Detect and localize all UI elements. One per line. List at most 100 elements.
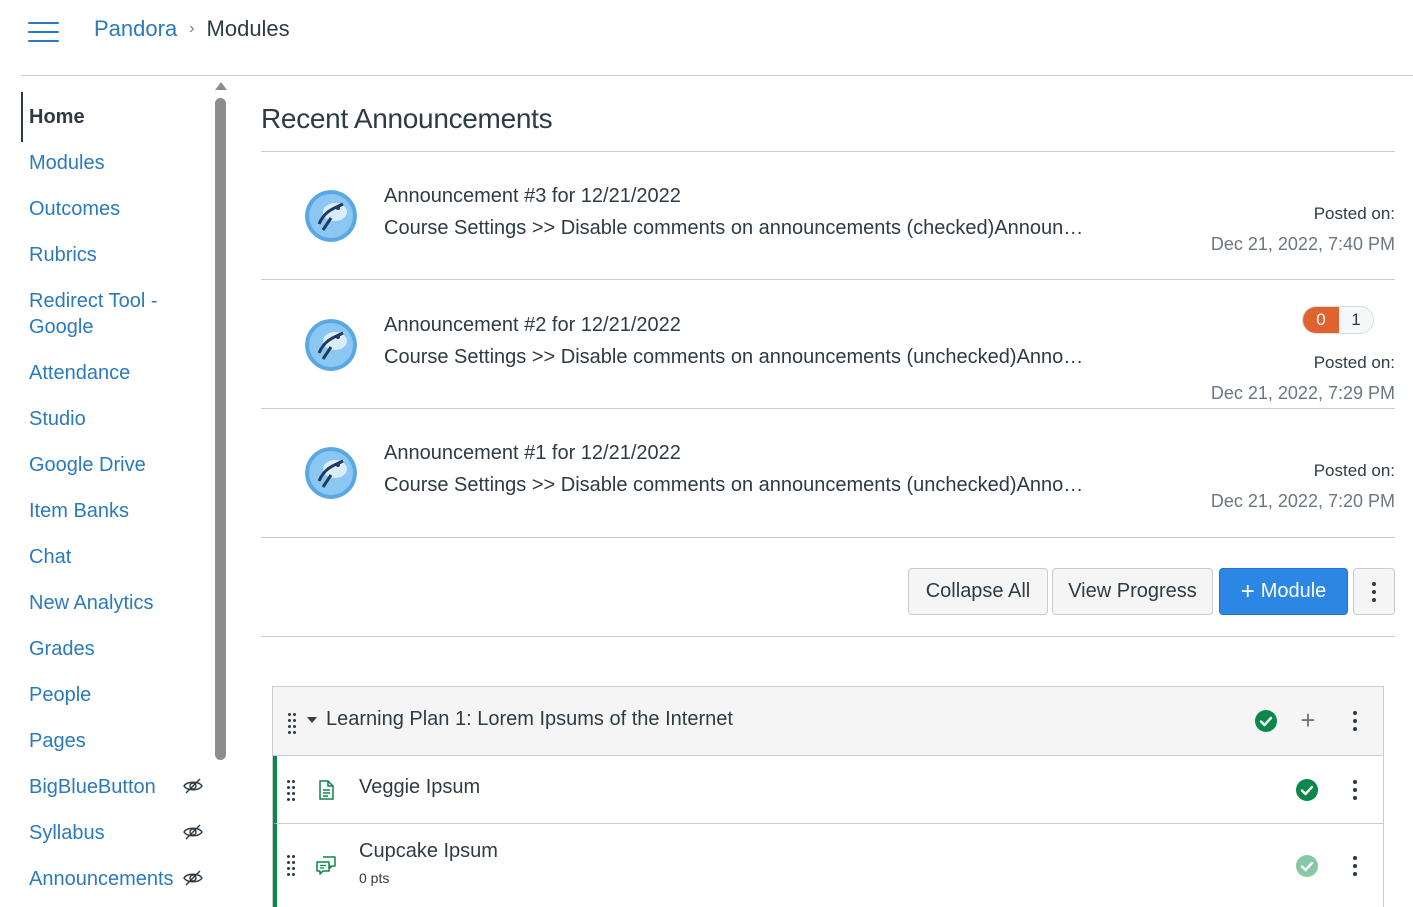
page-icon xyxy=(315,779,337,801)
announcement-item[interactable]: Announcement #3 for 12/21/2022 Course Set… xyxy=(261,152,1395,280)
avatar xyxy=(305,319,357,371)
recent-announcements-heading: Recent Announcements xyxy=(261,103,553,134)
divider xyxy=(261,279,1395,280)
scrollbar-thumb[interactable] xyxy=(215,98,226,760)
view-progress-button[interactable]: View Progress xyxy=(1052,568,1213,615)
divider xyxy=(261,636,1395,637)
sidebar-item-label: Google Drive xyxy=(29,454,146,476)
breadcrumb: Pandora › Modules xyxy=(94,16,290,42)
sidebar-item-item-banks[interactable]: Item Banks xyxy=(21,498,216,524)
header-divider xyxy=(21,75,1413,76)
sidebar-item-home[interactable]: Home xyxy=(21,92,216,142)
total-replies-count: 1 xyxy=(1339,307,1373,333)
announcement-item[interactable]: Announcement #1 for 12/21/2022 Course Set… xyxy=(261,409,1395,538)
collapse-all-button[interactable]: Collapse All xyxy=(908,568,1048,615)
unread-replies-count: 0 xyxy=(1303,307,1339,333)
hidden-eye-icon xyxy=(182,867,204,889)
sidebar-item-rubrics[interactable]: Rubrics xyxy=(21,242,216,268)
module-title: Learning Plan 1: Lorem Ipsums of the Int… xyxy=(326,708,733,730)
item-kebab-icon[interactable] xyxy=(1352,856,1358,876)
unread-count-badge: 01 xyxy=(1302,306,1374,334)
announcement-excerpt: Course Settings >> Disable comments on a… xyxy=(384,474,1084,496)
sidebar-item-label: Syllabus xyxy=(29,822,105,844)
sidebar-item-syllabus[interactable]: Syllabus xyxy=(21,820,216,846)
posted-on-label: Posted on: xyxy=(1313,353,1395,372)
item-kebab-icon[interactable] xyxy=(1352,780,1358,800)
published-check-icon[interactable] xyxy=(1255,710,1277,732)
sidebar-item-label: Item Banks xyxy=(29,500,130,522)
sidebar-item-label: Home xyxy=(29,106,85,128)
sidebar-item-label: Redirect Tool - Google xyxy=(29,290,158,338)
module-header[interactable]: Learning Plan 1: Lorem Ipsums of the Int… xyxy=(273,687,1383,756)
add-module-label: Module xyxy=(1260,580,1327,602)
breadcrumb-separator-icon: › xyxy=(189,20,195,37)
announcement-title[interactable]: Announcement #1 for 12/21/2022 xyxy=(384,442,681,465)
kebab-icon xyxy=(1371,581,1377,602)
module-kebab-icon[interactable] xyxy=(1352,711,1358,731)
more-options-button[interactable] xyxy=(1353,568,1395,615)
sidebar-item-label: Grades xyxy=(29,638,95,660)
sidebar-item-label: Attendance xyxy=(29,362,131,384)
drag-handle-icon[interactable] xyxy=(287,780,295,801)
sidebar-item-chat[interactable]: Chat xyxy=(21,544,216,570)
sidebar-item-label: New Analytics xyxy=(29,592,154,614)
avatar xyxy=(305,447,357,499)
hidden-eye-icon xyxy=(182,775,204,797)
posted-date: Dec 21, 2022, 7:20 PM xyxy=(1210,491,1395,511)
sidebar-item-label: Modules xyxy=(29,152,105,174)
plus-icon: + xyxy=(1240,577,1255,605)
sidebar-item-label: Studio xyxy=(29,408,86,430)
sidebar-item-announcements[interactable]: Announcements xyxy=(21,866,216,892)
collapse-caret-icon[interactable] xyxy=(307,717,317,723)
sidebar-item-attendance[interactable]: Attendance xyxy=(21,360,216,386)
breadcrumb-course-link[interactable]: Pandora xyxy=(94,16,177,42)
discussion-icon xyxy=(315,854,337,876)
announcement-excerpt: Course Settings >> Disable comments on a… xyxy=(384,346,1084,368)
add-module-button[interactable]: + Module xyxy=(1219,568,1348,615)
published-check-icon[interactable] xyxy=(1296,779,1318,801)
sidebar-item-label: People xyxy=(29,684,92,706)
announcement-title[interactable]: Announcement #3 for 12/21/2022 xyxy=(384,185,681,208)
announcement-title[interactable]: Announcement #2 for 12/21/2022 xyxy=(384,314,681,337)
sidebar-item-label: Chat xyxy=(29,546,72,568)
sidebar-item-grades[interactable]: Grades xyxy=(21,636,216,662)
drag-handle-icon[interactable] xyxy=(288,713,296,734)
module-item-title[interactable]: Veggie Ipsum xyxy=(359,776,480,799)
announcement-excerpt: Course Settings >> Disable comments on a… xyxy=(384,217,1084,239)
sidebar-item-label: Rubrics xyxy=(29,244,97,266)
sidebar-item-label: Pages xyxy=(29,730,86,752)
module-item-title[interactable]: Cupcake Ipsum xyxy=(359,840,498,863)
sidebar-item-people[interactable]: People xyxy=(21,682,216,708)
avatar xyxy=(305,190,357,242)
posted-date: Dec 21, 2022, 7:29 PM xyxy=(1210,383,1395,403)
scroll-up-arrow-icon[interactable] xyxy=(215,82,227,90)
sidebar-item-studio[interactable]: Studio xyxy=(21,406,216,432)
sidebar-item-outcomes[interactable]: Outcomes xyxy=(21,196,216,222)
sidebar-item-google-drive[interactable]: Google Drive xyxy=(21,452,216,478)
add-item-plus-icon[interactable]: + xyxy=(1297,707,1319,733)
sidebar-item-new-analytics[interactable]: New Analytics xyxy=(21,590,216,616)
published-check-icon[interactable] xyxy=(1296,855,1318,877)
sidebar-item-label: Outcomes xyxy=(29,198,121,220)
sidebar-item-redirect-tool-google[interactable]: Redirect Tool - Google xyxy=(21,288,216,340)
drag-handle-icon[interactable] xyxy=(287,855,295,876)
hamburger-menu-icon[interactable] xyxy=(28,20,60,44)
breadcrumb-current: Modules xyxy=(206,16,290,41)
sidebar-item-bigbluebutton[interactable]: BigBlueButton xyxy=(21,774,216,800)
divider xyxy=(261,537,1395,538)
hidden-eye-icon xyxy=(182,821,204,843)
sidebar-item-label: BigBlueButton xyxy=(29,776,156,798)
posted-on-label: Posted on: xyxy=(1313,204,1395,223)
sidebar-item-modules[interactable]: Modules xyxy=(21,150,216,176)
module-item-points: 0 pts xyxy=(359,870,390,886)
module-item[interactable]: Veggie Ipsum xyxy=(273,756,1383,824)
posted-date: Dec 21, 2022, 7:40 PM xyxy=(1210,234,1395,254)
announcement-item[interactable]: Announcement #2 for 12/21/2022 Course Set… xyxy=(261,281,1395,409)
module-learning-plan-1: Learning Plan 1: Lorem Ipsums of the Int… xyxy=(272,686,1384,907)
module-item[interactable]: Cupcake Ipsum 0 pts xyxy=(273,824,1383,907)
top-bar: Pandora › Modules xyxy=(0,0,1413,76)
sidebar-item-label: Announcements xyxy=(29,868,174,890)
posted-on-label: Posted on: xyxy=(1313,461,1395,480)
sidebar-scrollbar[interactable] xyxy=(213,82,227,907)
sidebar-item-pages[interactable]: Pages xyxy=(21,728,216,754)
